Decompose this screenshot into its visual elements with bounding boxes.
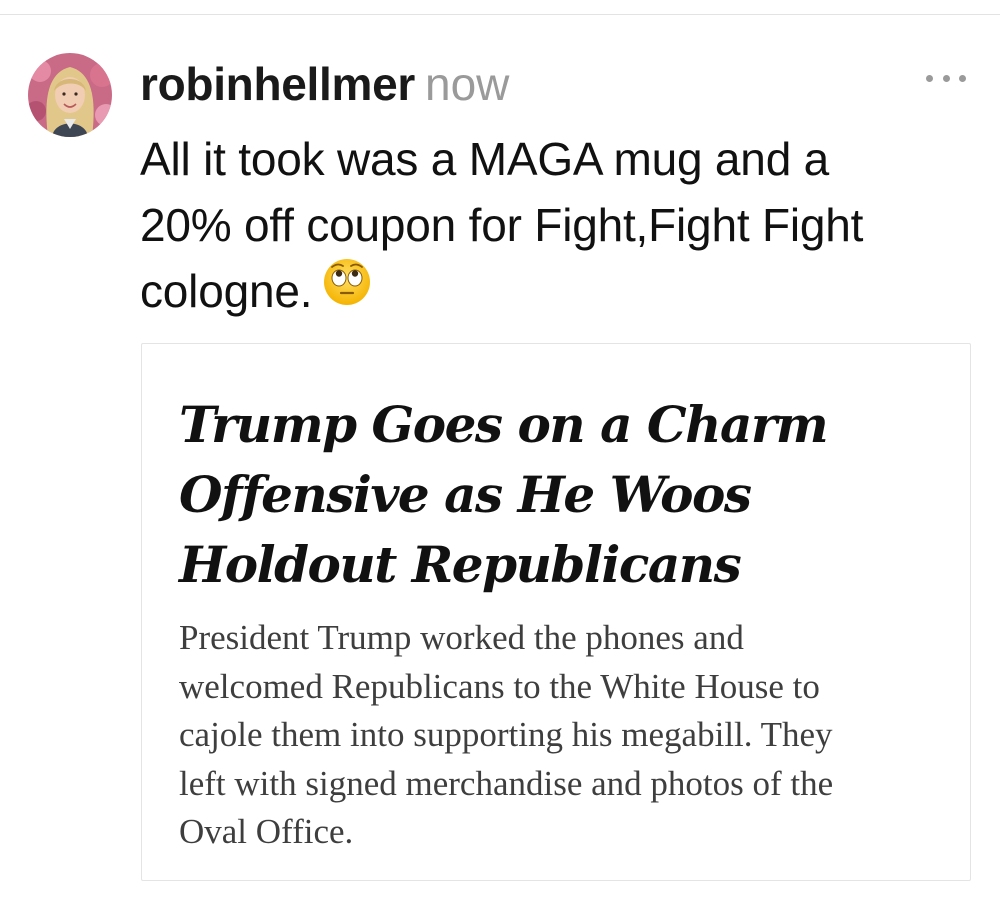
- article-title-line: Offensive as He Woos: [179, 465, 752, 524]
- article-title-line: Holdout Republicans: [179, 535, 742, 594]
- article-summary: President Trump worked the phones and we…: [179, 614, 949, 857]
- article-summary-line: cajole them into supporting his megabill…: [179, 715, 833, 754]
- article-title-line: Trump Goes on a Charm: [179, 395, 829, 454]
- more-horizontal-icon-dot-2: [942, 74, 950, 82]
- post-text: All it took was a MAGA mug and a 20% off…: [140, 126, 990, 328]
- post-header: robinhellmer now: [140, 54, 509, 114]
- article-summary-line: President Trump worked the phones and: [179, 618, 744, 657]
- username-link[interactable]: robinhellmer: [140, 58, 415, 110]
- top-divider: [0, 14, 1000, 15]
- face-with-rolling-eyes-icon: [322, 257, 372, 324]
- avatar[interactable]: [28, 53, 112, 137]
- article-summary-line: Oval Office.: [179, 812, 354, 851]
- more-horizontal-icon-dot-3: [959, 74, 966, 82]
- article-link-card[interactable]: Trump Goes on a Charm Offensive as He Wo…: [141, 343, 971, 881]
- more-horizontal-icon-dot-1: [926, 74, 933, 82]
- post-view: robinhellmer now All it took was a MAGA m…: [0, 0, 1000, 905]
- post-text-line: 20% off coupon for Fight,Fight Fight: [140, 199, 864, 251]
- post-text-line: cologne.: [140, 265, 313, 317]
- post-text-line: All it took was a MAGA mug and a: [140, 133, 830, 185]
- more-options-button[interactable]: [926, 66, 966, 90]
- article-title: Trump Goes on a Charm Offensive as He Wo…: [179, 390, 939, 600]
- avatar-image: [28, 53, 112, 137]
- timestamp: now: [425, 58, 510, 110]
- article-summary-line: welcomed Republicans to the White House …: [179, 666, 820, 706]
- article-summary-line: left with signed merchandise and photos …: [179, 763, 834, 803]
- post-text-line-last: cologne.: [140, 258, 990, 328]
